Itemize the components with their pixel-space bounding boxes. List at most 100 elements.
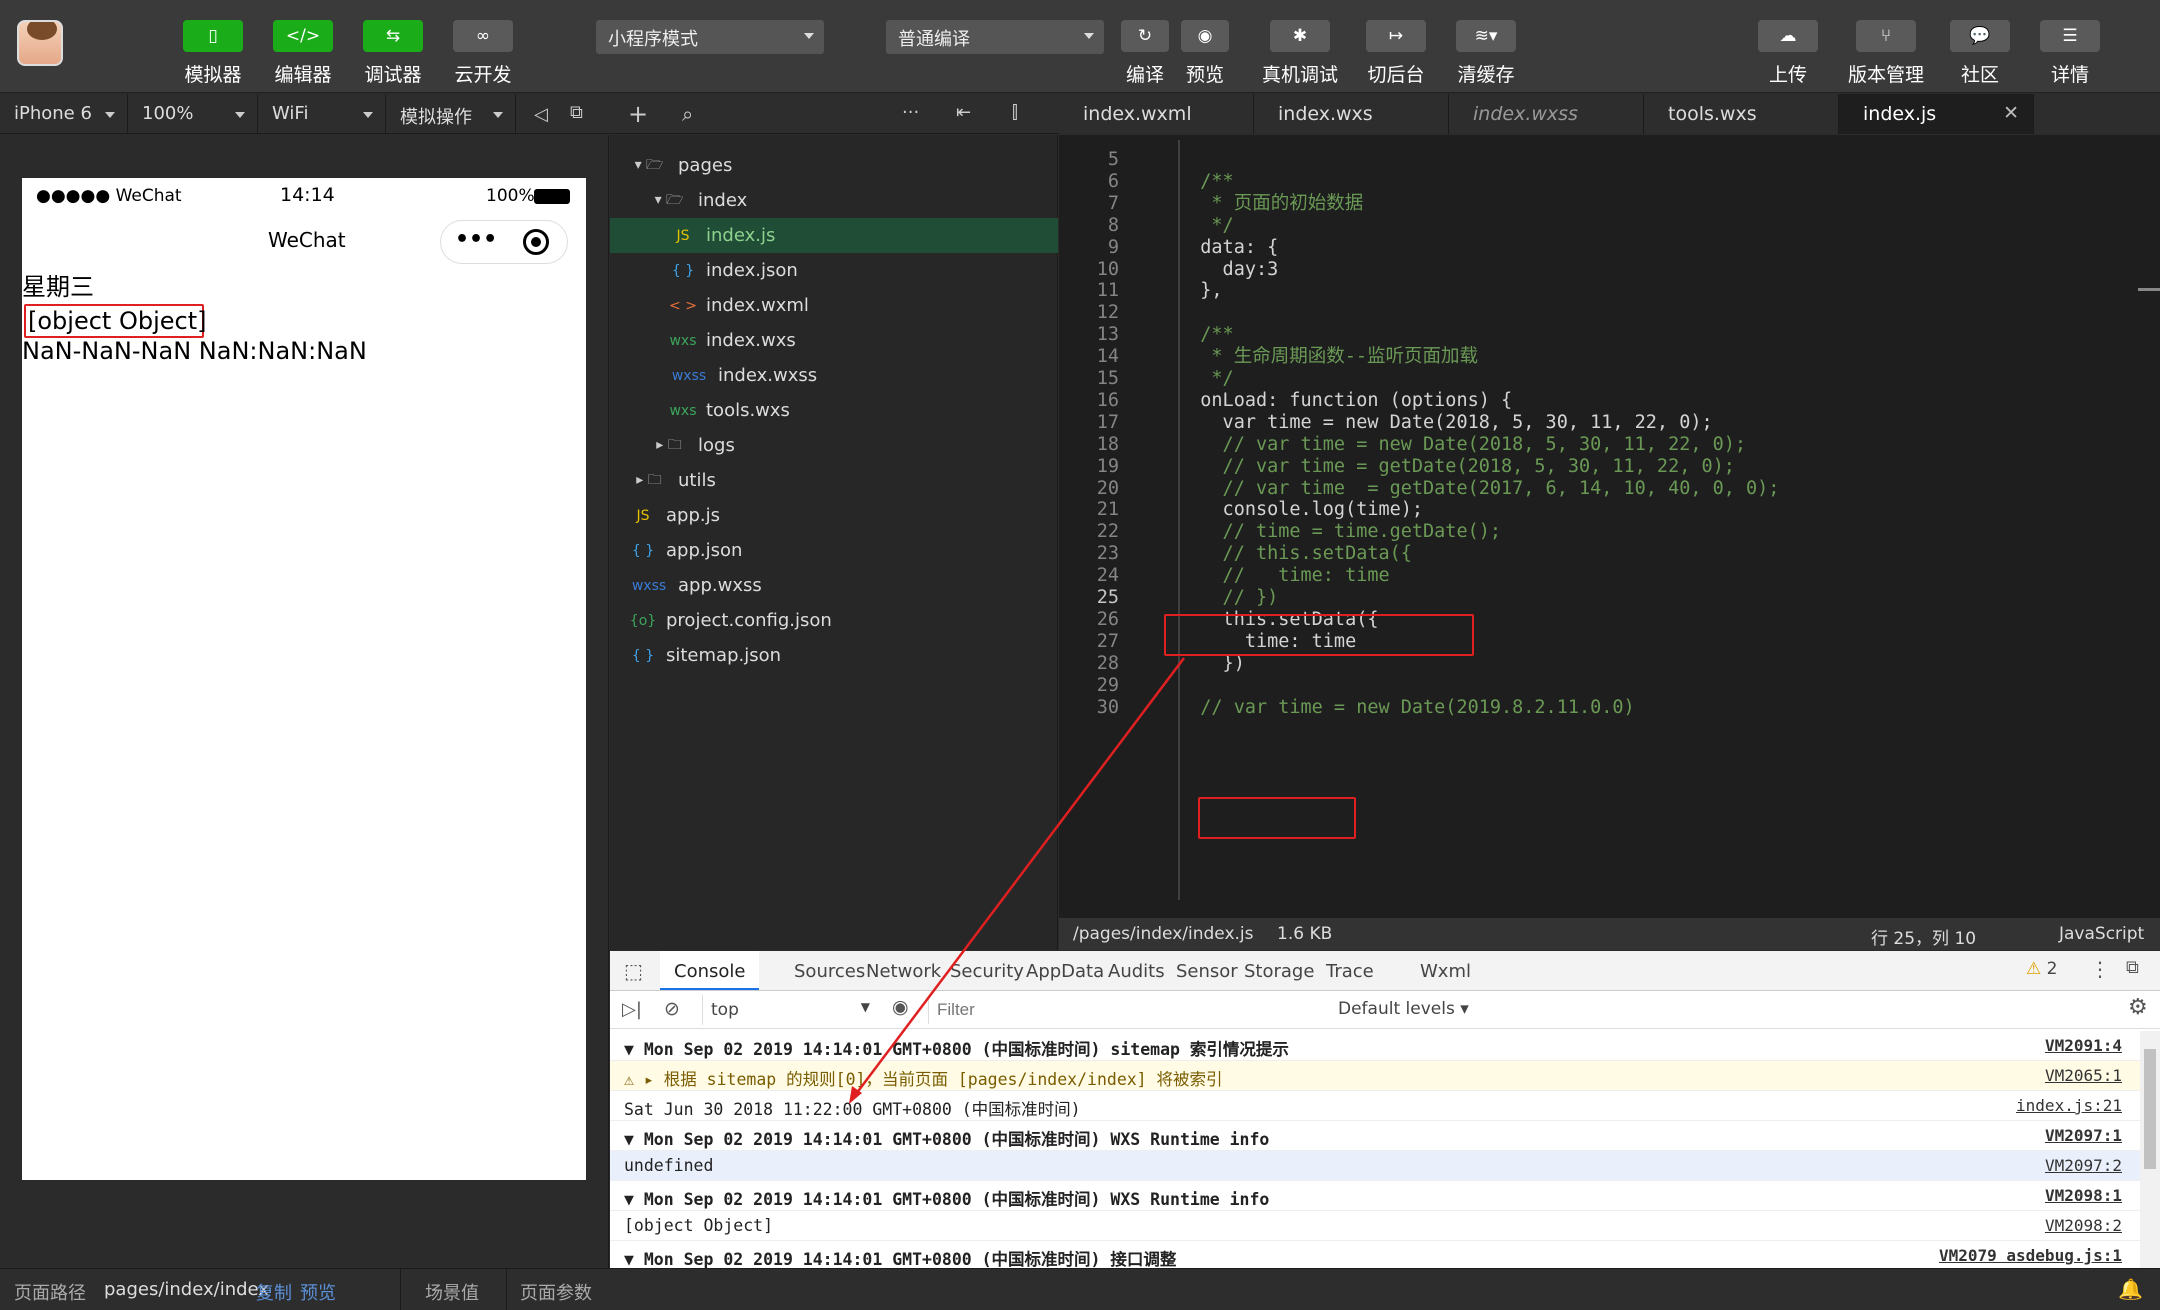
console-row[interactable]: [object Object] VM2098:2 (610, 1211, 2140, 1241)
tab-index-wxss[interactable]: index.wxss (1449, 94, 1644, 134)
nav-title: WeChat (268, 228, 346, 252)
switch-background-icon: ↦ (1366, 20, 1426, 52)
bug-icon: ✱ (1270, 20, 1330, 52)
console-row[interactable]: ⚠ ▸ 根据 sitemap 的规则[0]，当前页面 [pages/index/… (610, 1061, 2140, 1091)
language-mode[interactable]: JavaScript (2059, 924, 2144, 944)
preview-link[interactable]: 预览 (300, 1279, 336, 1305)
avatar[interactable] (17, 20, 63, 66)
console-source-link[interactable]: VM2097:2 (2045, 1156, 2122, 1175)
preview-button[interactable]: ◉ 预览 (1158, 20, 1252, 87)
more-icon[interactable]: ··· (902, 102, 919, 123)
tab-index-wxml[interactable]: index.wxml (1059, 94, 1254, 134)
tree-item[interactable]: { } sitemap.json (610, 638, 1058, 673)
tab-index-wxs[interactable]: index.wxs (1254, 94, 1449, 134)
tab-tools-wxs[interactable]: tools.wxs (1644, 94, 1839, 134)
scrollbar-thumb[interactable] (2144, 1049, 2156, 1169)
tab-label: index.js (1863, 103, 1937, 125)
sim-ops-value: 模拟操作 (400, 107, 472, 128)
tree-item[interactable]: ▸ 🗀 logs (610, 428, 1058, 463)
tree-item[interactable]: wxss app.wxss (610, 568, 1058, 603)
device-select[interactable]: iPhone 6 (0, 94, 128, 134)
network-select[interactable]: WiFi (258, 94, 386, 134)
cloud-dev-button[interactable]: ∞ 云开发 (438, 20, 528, 87)
inspect-icon[interactable]: ⬚ (624, 959, 643, 983)
popout-icon[interactable]: ⧉ (570, 102, 583, 123)
warning-badge[interactable]: ⚠ 2 (2026, 959, 2057, 979)
details-button[interactable]: ☰ 详情 (2025, 20, 2115, 87)
console-scrollbar[interactable] (2140, 1031, 2160, 1268)
tree-item[interactable]: wxs index.wxs (610, 323, 1058, 358)
console-row[interactable]: ▼ Mon Sep 02 2019 14:14:01 GMT+0800 (中国标… (610, 1181, 2140, 1211)
copy-link[interactable]: 复制 (256, 1279, 292, 1305)
clear-console-icon[interactable]: ⊘ (664, 998, 680, 1020)
console-source-link[interactable]: VM2097:1 (2045, 1126, 2122, 1145)
tree-item[interactable]: { } index.json (610, 253, 1058, 288)
close-circle-icon[interactable] (523, 229, 549, 255)
sim-ops-select[interactable]: 模拟操作 (386, 94, 516, 134)
console-source-link[interactable]: VM2079 asdebug.js:1 (1939, 1246, 2122, 1265)
collapse-icon[interactable]: ⇤ (956, 102, 971, 123)
code-line[interactable]: }, (1178, 276, 1222, 306)
console-source-link[interactable]: VM2098:1 (2045, 1186, 2122, 1205)
upload-button[interactable]: ☁ 上传 (1743, 20, 1833, 87)
console-source-link[interactable]: VM2065:1 (2045, 1066, 2122, 1085)
file-icon: < > (669, 297, 697, 314)
tree-item[interactable]: wxs tools.wxs (610, 393, 1058, 428)
add-file-icon[interactable]: + (628, 100, 648, 128)
capsule-menu[interactable]: ••• (440, 220, 568, 264)
tree-item-label: tools.wxs (706, 400, 790, 421)
console-row[interactable]: ▼ Mon Sep 02 2019 14:14:01 GMT+0800 (中国标… (610, 1121, 2140, 1151)
console-source-link[interactable]: index.js:21 (2016, 1096, 2122, 1115)
tree-item[interactable]: ▸ 🗀 utils (610, 463, 1058, 498)
tree-item[interactable]: ▾ 🗁 index (610, 183, 1058, 218)
split-icon[interactable]: ⫿ (1012, 102, 1018, 123)
tree-item[interactable]: {o} project.config.json (610, 603, 1058, 638)
tree-item[interactable]: JS index.js (610, 218, 1058, 253)
eye-icon[interactable]: ◉ (892, 996, 909, 1018)
compile-select[interactable]: 普通编译 (886, 20, 1104, 54)
params-button[interactable]: 页面参数 (520, 1279, 592, 1305)
background-button[interactable]: ↦ 切后台 (1349, 20, 1443, 87)
zoom-select[interactable]: 100% (128, 94, 258, 134)
file-icon: { } (631, 647, 655, 664)
console-source-link[interactable]: VM2098:2 (2045, 1216, 2122, 1235)
remote-debug-button[interactable]: ✱ 真机调试 (1253, 20, 1347, 87)
tree-item[interactable]: < > index.wxml (610, 288, 1058, 323)
console-row[interactable]: undefined VM2097:2 (610, 1151, 2140, 1181)
scene-button[interactable]: 场景值 (425, 1279, 479, 1305)
devtools-tab[interactable]: Trace (1312, 951, 1388, 990)
editor-button[interactable]: </> 编辑器 (258, 20, 348, 87)
mode-select[interactable]: 小程序模式 (596, 20, 824, 54)
console-source-link[interactable]: VM2091:4 (2045, 1036, 2122, 1055)
console-row[interactable]: ▼ Mon Sep 02 2019 14:14:01 GMT+0800 (中国标… (610, 1241, 2140, 1268)
simulator-button[interactable]: ▯ 模拟器 (168, 20, 258, 87)
editor-status-bar: /pages/index/index.js 1.6 KB 行 25，列 10 J… (1059, 918, 2160, 950)
kebab-menu-icon[interactable]: ⋮ (2090, 957, 2110, 981)
context-select[interactable]: top ▼ (702, 995, 876, 1025)
community-button[interactable]: 💬 社区 (1935, 20, 2025, 87)
tree-item[interactable]: JS app.js (610, 498, 1058, 533)
code-line[interactable]: // var time = new Date(2019.8.2.11.0.0) (1178, 693, 1634, 723)
devtools-tab[interactable]: Wxml (1406, 951, 1485, 990)
tab-index-js[interactable]: index.js ✕ (1839, 94, 2034, 134)
close-icon[interactable]: ✕ (2003, 102, 2019, 124)
console-row[interactable]: Sat Jun 30 2018 11:22:00 GMT+0800 (中国标准时… (610, 1091, 2140, 1121)
search-icon[interactable]: ⌕ (682, 102, 693, 126)
version-button[interactable]: ⑂ 版本管理 (1836, 20, 1936, 87)
console-row[interactable]: ▼ Mon Sep 02 2019 14:14:01 GMT+0800 (中国标… (610, 1031, 2140, 1061)
more-dots-icon[interactable]: ••• (455, 227, 497, 252)
debugger-button[interactable]: ⇆ 调试器 (348, 20, 438, 87)
tree-item-label: index.wxss (718, 365, 818, 386)
volume-icon[interactable]: ◁ (534, 104, 548, 125)
tree-item[interactable]: { } app.json (610, 533, 1058, 568)
console-filter-input[interactable] (928, 996, 1168, 1024)
devtools-tab[interactable]: Console (660, 951, 760, 990)
sidebar-toggle-icon[interactable]: ▷| (622, 999, 642, 1020)
gear-icon[interactable]: ⚙ (2128, 995, 2148, 1020)
tree-item[interactable]: wxss index.wxss (610, 358, 1058, 393)
clear-cache-button[interactable]: ≋▾ 清缓存 (1439, 20, 1533, 87)
bell-icon[interactable]: 🔔 (2118, 1277, 2143, 1301)
levels-select[interactable]: Default levels ▾ (1338, 999, 1469, 1019)
tree-item[interactable]: ▾ 🗁 pages (610, 148, 1058, 183)
undock-icon[interactable]: ⧉ (2126, 957, 2139, 978)
